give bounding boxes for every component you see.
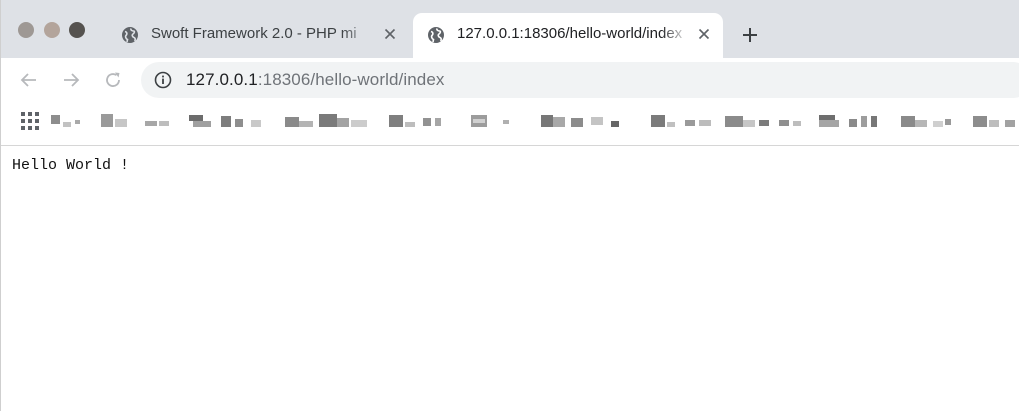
browser-window: Swoft Framework 2.0 - PHP mi 127.0.0.1:1…	[0, 0, 1019, 411]
globe-icon	[427, 26, 445, 44]
url-host: 127.0.0.1	[186, 70, 258, 89]
url-path: :18306/hello-world/index	[257, 70, 445, 89]
info-icon[interactable]	[154, 71, 172, 89]
tab-title: Swoft Framework 2.0 - PHP mi	[151, 25, 357, 42]
page-content: Hello World !	[1, 146, 1019, 411]
close-icon[interactable]	[695, 25, 713, 43]
tab-strip: Swoft Framework 2.0 - PHP mi 127.0.0.1:1…	[1, 0, 1019, 58]
bookmark-item[interactable]	[101, 113, 179, 129]
bookmark-item[interactable]	[389, 113, 449, 129]
arrow-right-icon[interactable]	[59, 68, 83, 92]
bookmark-item[interactable]	[725, 113, 803, 129]
reload-icon[interactable]	[101, 68, 125, 92]
toolbar: 127.0.0.1:18306/hello-world/index	[1, 58, 1019, 102]
address-bar[interactable]: 127.0.0.1:18306/hello-world/index	[141, 62, 1019, 98]
bookmark-item[interactable]	[819, 113, 885, 129]
tab-title: 127.0.0.1:18306/hello-world/index	[457, 25, 683, 42]
arrow-left-icon[interactable]	[17, 68, 41, 92]
tab-swoft-framework[interactable]: Swoft Framework 2.0 - PHP mi	[107, 13, 409, 58]
bookmark-item[interactable]	[189, 113, 269, 129]
window-close-button[interactable]	[18, 22, 34, 38]
bookmark-item[interactable]	[973, 113, 1019, 129]
bookmark-item[interactable]	[285, 113, 375, 129]
window-zoom-button[interactable]	[69, 22, 85, 38]
hello-world-text: Hello World !	[12, 157, 130, 174]
window-minimize-button[interactable]	[44, 22, 60, 38]
bookmarks-bar	[1, 102, 1019, 146]
close-icon[interactable]	[381, 25, 399, 43]
bookmark-item[interactable]	[471, 113, 531, 129]
bookmark-item[interactable]	[51, 113, 99, 129]
bookmark-item[interactable]	[651, 113, 717, 129]
apps-grid-icon[interactable]	[21, 112, 39, 130]
globe-icon	[121, 26, 139, 44]
bookmark-item[interactable]	[541, 113, 631, 129]
plus-icon[interactable]	[739, 24, 761, 46]
tab-hello-world[interactable]: 127.0.0.1:18306/hello-world/index	[413, 13, 723, 58]
url-text[interactable]: 127.0.0.1:18306/hello-world/index	[186, 70, 445, 90]
bookmark-item[interactable]	[901, 113, 957, 129]
